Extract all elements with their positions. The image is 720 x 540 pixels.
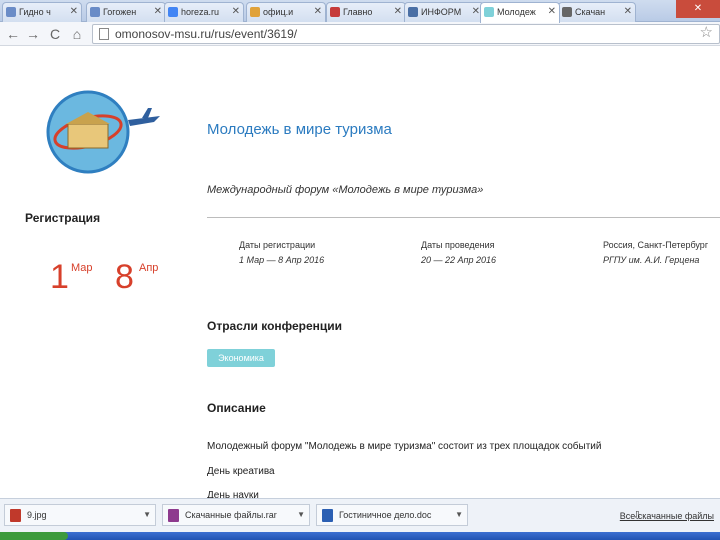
start-day: 1 [50, 258, 69, 296]
tab-favicon-icon [250, 7, 260, 17]
divider [207, 217, 720, 218]
tab-active[interactable]: Молодеж ✕ [480, 2, 560, 23]
tab-4[interactable]: офиц.и ✕ [246, 2, 326, 22]
tab-8[interactable]: Скачан ✕ [558, 2, 636, 22]
close-icon[interactable]: ✕ [394, 3, 402, 21]
tab-label: Молодеж [497, 7, 536, 17]
tab-label: ИНФОРМ [421, 7, 462, 17]
download-icon [562, 7, 572, 17]
page-icon [99, 28, 109, 40]
bookmark-star-icon[interactable]: ☆ [700, 24, 713, 42]
home-button[interactable]: ⌂ [68, 25, 86, 43]
start-button[interactable] [0, 532, 68, 540]
tab-favicon-icon [484, 7, 494, 17]
tab-label: Главно [343, 7, 373, 17]
description-line: Молодежный форум "Молодежь в мире туризм… [207, 441, 602, 452]
taskbar [0, 532, 720, 540]
location-label: Россия, Санкт-Петербург [603, 240, 709, 250]
tab-favicon-icon [6, 7, 16, 17]
location-value: РГПУ им. А.И. Герцена [603, 255, 700, 265]
download-filename: Скачанные файлы.rar [185, 510, 277, 520]
tab-label: Скачан [575, 7, 606, 17]
google-icon [168, 7, 178, 17]
back-button[interactable]: ← [4, 25, 22, 43]
close-icon[interactable]: ✕ [154, 3, 162, 21]
tab-3[interactable]: horeza.ru ✕ [164, 2, 244, 22]
close-icon[interactable]: ✕ [472, 3, 480, 21]
description-title: Описание [207, 401, 266, 415]
start-month: Мар [71, 262, 93, 274]
tab-6[interactable]: ИНФОРМ ✕ [404, 2, 484, 22]
event-dates-value: 20 — 22 Апр 2016 [421, 255, 497, 265]
download-filename: Гостиничное дело.doc [339, 510, 432, 520]
registration-dates-value: 1 Мар — 8 Апр 2016 [239, 255, 325, 265]
download-filename: 9.jpg [27, 510, 47, 520]
chevron-down-icon[interactable]: ▼ [297, 505, 305, 525]
event-subtitle: Международный форум «Молодежь в мире тур… [207, 184, 484, 196]
end-day: 8 [115, 258, 134, 296]
chevron-down-icon[interactable]: ▼ [455, 505, 463, 525]
download-item[interactable]: Скачанные файлы.rar ▼ [162, 504, 310, 526]
archive-file-icon [168, 509, 179, 522]
chevron-down-icon[interactable]: ▼ [143, 505, 151, 525]
event-dates-label: Даты проведения [421, 240, 495, 250]
download-item[interactable]: Гостиничное дело.doc ▼ [316, 504, 468, 526]
tab-label: horeza.ru [181, 7, 220, 17]
page-title: Молодежь в мире туризма [207, 121, 392, 138]
download-bar: 9.jpg ▼ Скачанные файлы.rar ▼ Гостинично… [0, 498, 720, 532]
close-icon[interactable]: ✕ [624, 3, 632, 21]
word-file-icon [322, 509, 333, 522]
download-item[interactable]: 9.jpg ▼ [4, 504, 156, 526]
tab-favicon-icon [330, 7, 340, 17]
vk-icon [408, 7, 418, 17]
image-file-icon [10, 509, 21, 522]
end-month: Апр [139, 262, 159, 274]
reload-button[interactable]: C [46, 25, 64, 43]
toolbar: ← → C ⌂ omonosov-msu.ru/rus/event/3619/ … [0, 22, 720, 46]
tab-strip: Гидно ч ✕ Гогожен ✕ horeza.ru ✕ офиц.и ✕ Гла… [0, 0, 720, 23]
industries-title: Отрасли конференции [207, 319, 343, 333]
tab-label: Гогожен [103, 7, 137, 17]
tab-label: офиц.и [263, 7, 294, 17]
industry-tag[interactable]: Экономика [207, 349, 275, 367]
forward-button[interactable]: → [24, 25, 42, 43]
close-icon[interactable]: ✕ [232, 3, 240, 21]
forum-logo [46, 90, 160, 174]
tab-label: Гидно ч [19, 7, 51, 17]
tab-1[interactable]: Гидно ч ✕ [2, 2, 82, 22]
address-bar[interactable]: omonosov-msu.ru/rus/event/3619/ ☆ [92, 24, 720, 44]
url-text: omonosov-msu.ru/rus/event/3619/ [115, 27, 298, 41]
show-all-downloads-link[interactable]: Все скачанные файлы [620, 511, 714, 521]
tab-favicon-icon [90, 7, 100, 17]
close-icon[interactable]: ✕ [314, 3, 322, 21]
close-icon[interactable]: ✕ [548, 3, 556, 21]
description-line: День креатива [207, 466, 275, 477]
registration-title: Регистрация [25, 211, 101, 225]
window-close-button[interactable]: ✕ [676, 0, 720, 18]
registration-dates-label: Даты регистрации [239, 240, 316, 250]
close-icon[interactable]: ✕ [70, 3, 78, 21]
tab-5[interactable]: Главно ✕ [326, 2, 406, 22]
tab-2[interactable]: Гогожен ✕ [86, 2, 166, 22]
